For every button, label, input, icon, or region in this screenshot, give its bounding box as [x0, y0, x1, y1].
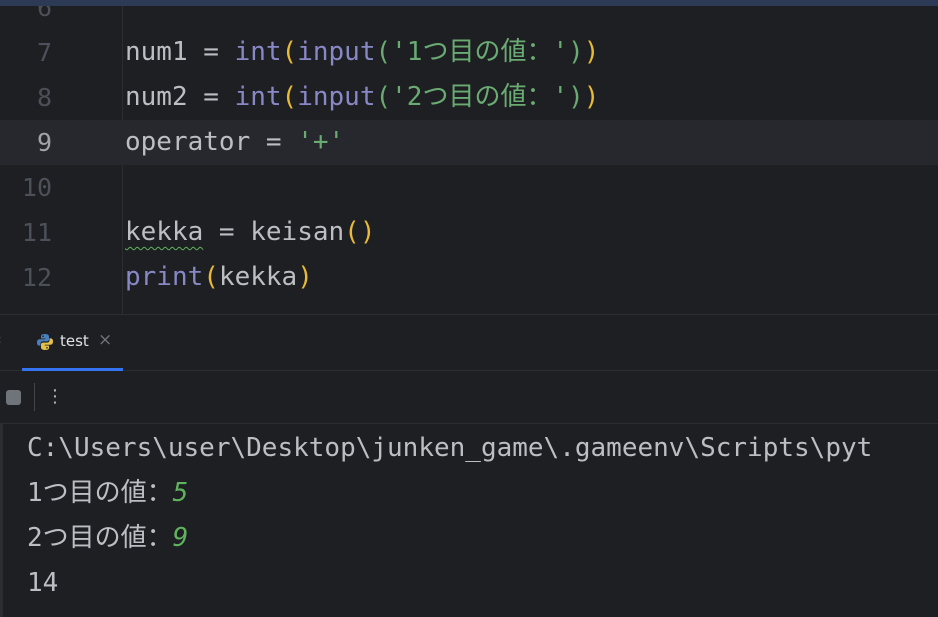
console-left-border: [0, 424, 3, 617]
line-number: 7: [36, 38, 52, 67]
code-line[interactable]: 6: [0, 6, 938, 30]
run-console-output[interactable]: C:\Users\user\Desktop\junken_game\.gamee…: [0, 424, 938, 617]
console-line-prompt2: 2つ目の値：9: [27, 516, 188, 561]
toolbar-divider: [34, 383, 35, 411]
code-token-plain: num2 =: [125, 82, 235, 112]
code-line[interactable]: 10: [0, 165, 938, 210]
user-input-value: 5: [172, 478, 189, 508]
code-token-paren: (: [281, 37, 298, 67]
close-icon[interactable]: ×: [98, 330, 112, 350]
code-token-builtin: input: [297, 82, 376, 112]
code-token-paren2: (: [375, 82, 392, 112]
stop-button[interactable]: [6, 390, 21, 405]
code-token-paren: ): [583, 82, 600, 112]
code-token-builtin: int: [234, 82, 282, 112]
code-token-paren: ): [297, 262, 313, 292]
code-token-string: '+': [297, 127, 345, 157]
code-token-paren2: (: [375, 37, 392, 67]
code-text: print(kekka): [125, 255, 313, 300]
code-line[interactable]: 9 operator = '+': [0, 120, 938, 165]
tab-run-test[interactable]: test ×: [22, 315, 123, 371]
code-token-string: '2つ目の値：': [391, 82, 569, 112]
line-number: 9: [36, 128, 52, 157]
line-number: 10: [21, 173, 52, 202]
code-text: num1 = int(input('1つ目の値：')): [125, 30, 599, 75]
run-tool-window-tabbar: ‹ test ×: [0, 314, 938, 371]
code-token-paren: (: [281, 82, 298, 112]
run-toolbar: ⋮: [0, 371, 938, 424]
tab-label: test: [60, 332, 89, 350]
code-token-plain: kekka: [218, 262, 298, 292]
code-line[interactable]: 11 kekka = keisan(): [0, 210, 938, 255]
code-token-paren2: ): [568, 82, 584, 112]
prompt-text: 1つ目の値：: [27, 478, 173, 508]
code-line[interactable]: 8 num2 = int(input('2つ目の値：')): [0, 75, 938, 120]
chevron-left-icon[interactable]: ‹: [0, 332, 2, 348]
code-token-warning: kekka: [125, 217, 204, 247]
line-number: 6: [36, 6, 52, 22]
prompt-text: 2つ目の値：: [27, 523, 173, 553]
code-token-paren: ): [583, 37, 600, 67]
code-token-string: '1つ目の値：': [391, 37, 569, 67]
code-line[interactable]: 7 num1 = int(input('1つ目の値：')): [0, 30, 938, 75]
user-input-value: 9: [172, 523, 189, 553]
code-token-plain: operator =: [125, 127, 298, 157]
console-line-result: 14: [27, 568, 59, 598]
code-token-builtin: int: [234, 37, 282, 67]
code-token-paren: (): [344, 217, 376, 247]
code-text: num2 = int(input('2つ目の値：')): [125, 75, 599, 120]
line-number: 12: [21, 263, 52, 292]
code-token-paren2: ): [568, 37, 584, 67]
code-token-builtin: input: [297, 37, 376, 67]
code-token-plain: = keisan: [203, 217, 345, 247]
line-number: 11: [21, 218, 52, 247]
console-line-prompt1: 1つ目の値：5: [27, 471, 188, 516]
code-token-builtin: print: [125, 262, 204, 292]
code-text: operator = '+': [125, 120, 344, 165]
line-number: 8: [36, 83, 52, 112]
more-options-icon[interactable]: ⋮: [46, 383, 64, 411]
console-line-command: C:\Users\user\Desktop\junken_game\.gamee…: [27, 433, 873, 463]
code-token-plain: num1 =: [125, 37, 235, 67]
code-line[interactable]: 12 print(kekka): [0, 255, 938, 300]
code-token-paren: (: [203, 262, 219, 292]
python-icon: [37, 334, 53, 350]
code-editor[interactable]: 6 7 num1 = int(input('1つ目の値：')) 8 num2 = int…: [0, 6, 938, 314]
code-text: kekka = keisan(): [125, 210, 375, 255]
